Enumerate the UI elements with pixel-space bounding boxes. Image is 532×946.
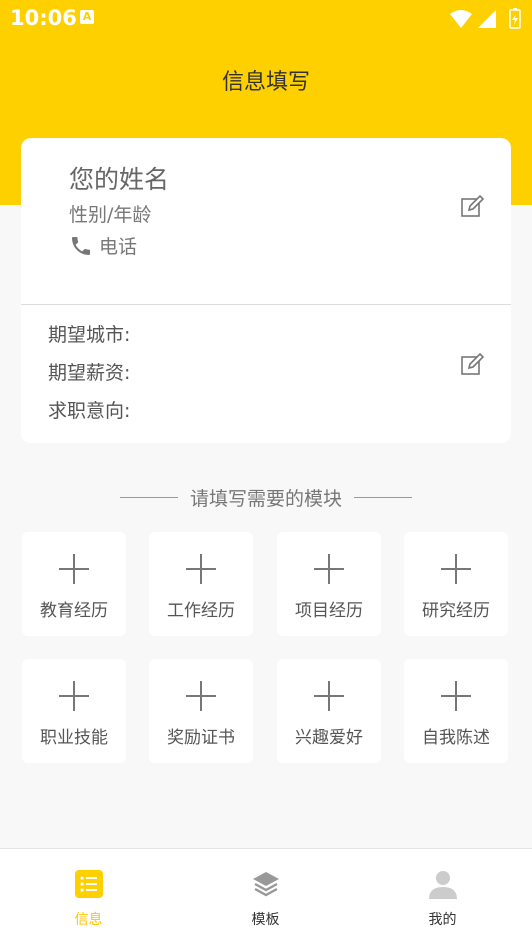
nav-label: 模板	[251, 912, 280, 928]
module-hobbies[interactable]: 兴趣爱好	[277, 659, 381, 763]
page-title: 信息填写	[221, 70, 310, 95]
nav-item-templates[interactable]: 模板	[177, 849, 354, 946]
phone-field[interactable]: 电话	[69, 232, 137, 259]
plus-icon	[314, 554, 344, 584]
module-label: 项目经历	[295, 601, 363, 621]
expected-city-field[interactable]: 期望城市:	[48, 320, 130, 347]
nav-label: 信息	[74, 912, 103, 928]
plus-icon	[314, 681, 344, 711]
module-label: 兴趣爱好	[295, 728, 363, 748]
status-bar: 10:06 A	[0, 0, 532, 38]
module-skills[interactable]: 职业技能	[22, 659, 126, 763]
module-label: 奖励证书	[167, 728, 235, 748]
module-education[interactable]: 教育经历	[22, 532, 126, 636]
title-line-left	[119, 497, 178, 498]
phone-icon	[72, 236, 90, 255]
modules-section-title: 请填写需要的模块	[0, 484, 532, 511]
module-label: 研究经历	[422, 601, 490, 621]
bottom-nav: 信息 模板 我的	[0, 848, 532, 946]
module-label: 教育经历	[40, 601, 108, 621]
module-self-statement[interactable]: 自我陈述	[404, 659, 508, 763]
module-label: 工作经历	[167, 601, 235, 621]
module-research[interactable]: 研究经历	[404, 532, 508, 636]
name-field[interactable]: 您的姓名	[69, 160, 169, 196]
plus-icon	[186, 681, 216, 711]
module-work[interactable]: 工作经历	[149, 532, 253, 636]
status-indicators	[448, 8, 524, 30]
nav-item-info[interactable]: 信息	[0, 849, 177, 946]
edit-expectations-icon[interactable]	[460, 353, 484, 377]
profile-card: 您的姓名 性别/年龄 电话 期望城市: 期望薪资: 求职意向:	[21, 138, 511, 443]
title-line-right	[354, 497, 412, 498]
wifi-signal-battery-icon	[450, 8, 521, 29]
card-divider	[21, 304, 511, 305]
plus-icon	[441, 681, 471, 711]
job-intention-field[interactable]: 求职意向:	[48, 396, 130, 423]
app-notification-icon: A	[80, 10, 94, 24]
edit-profile-icon[interactable]	[460, 195, 484, 219]
module-awards[interactable]: 奖励证书	[149, 659, 253, 763]
user-icon	[429, 871, 457, 899]
list-icon	[75, 870, 103, 898]
module-label: 职业技能	[40, 728, 108, 748]
plus-icon	[186, 554, 216, 584]
layers-icon	[253, 872, 279, 897]
expected-salary-field[interactable]: 期望薪资:	[48, 358, 130, 385]
module-project[interactable]: 项目经历	[277, 532, 381, 636]
nav-label: 我的	[428, 912, 457, 928]
phone-label: 电话	[99, 236, 138, 258]
plus-icon	[441, 554, 471, 584]
gender-age-field[interactable]: 性别/年龄	[69, 200, 151, 227]
nav-item-mine[interactable]: 我的	[354, 849, 531, 946]
module-label: 自我陈述	[422, 728, 490, 748]
status-time: 10:06	[10, 6, 77, 30]
plus-icon	[59, 554, 89, 584]
plus-icon	[59, 681, 89, 711]
modules-title-text: 请填写需要的模块	[189, 488, 342, 510]
